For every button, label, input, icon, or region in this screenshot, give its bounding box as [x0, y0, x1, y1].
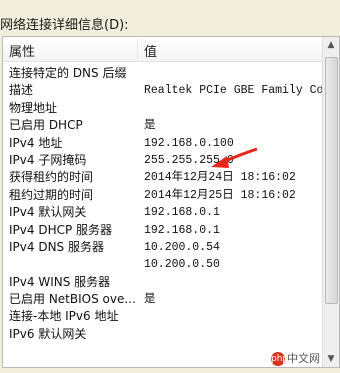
scroll-thumb[interactable] [325, 57, 338, 304]
row-value: 10.200.0.50 [144, 258, 220, 272]
header-separator [137, 39, 138, 59]
vertical-scrollbar[interactable]: ▲ ▼ [322, 37, 339, 367]
scroll-up-icon[interactable]: ▲ [323, 37, 339, 53]
row-property: 物理地址 [9, 100, 58, 115]
table-row[interactable]: IPv6 默认网关 [3, 326, 323, 343]
row-property: IPv6 默认网关 [9, 326, 87, 341]
table-row[interactable]: 已启用 DHCP 是 [3, 117, 323, 134]
header-property[interactable]: 属性 [9, 41, 35, 60]
row-property: 租约过期的时间 [9, 187, 94, 202]
scroll-down-icon[interactable]: ▼ [323, 351, 339, 367]
row-property: IPv4 WINS 服务器 [9, 274, 111, 289]
row-value: 192.168.0.1 [144, 206, 220, 220]
watermark: php中文网 [271, 350, 320, 366]
table-row[interactable]: 已启用 NetBIOS ove... 是 [3, 291, 323, 308]
dialog-title: 网络连接详细信息(D): [0, 18, 129, 33]
table-row[interactable]: 物理地址 [3, 100, 323, 117]
table-row[interactable]: 连接-本地 IPv6 地址 [3, 308, 323, 325]
row-property: IPv4 DNS 服务器 [9, 239, 104, 254]
red-arrow-annotation-icon [211, 147, 258, 168]
row-property: 已启用 DHCP [9, 118, 83, 133]
row-property: 描述 [9, 83, 34, 98]
php-logo-icon: php [271, 352, 289, 366]
row-property: 已启用 NetBIOS ove... [9, 292, 136, 307]
row-property: 获得租约的时间 [9, 170, 94, 185]
table-row[interactable]: 描述 Realtek PCIe GBE Family Controller [3, 82, 339, 99]
row-value: 是 [144, 119, 156, 133]
row-value: 192.168.0.1 [144, 223, 220, 237]
table-row[interactable]: IPv4 默认网关 192.168.0.1 [3, 204, 323, 221]
row-value: 是 [144, 293, 156, 307]
table-row[interactable]: 租约过期的时间 2014年12月25日 18:16:02 [3, 187, 323, 204]
table-row[interactable]: IPv4 DHCP 服务器 192.168.0.1 [3, 222, 323, 239]
row-property: IPv4 子网掩码 [9, 152, 87, 167]
list-header: 属性 值 [3, 37, 323, 62]
details-list[interactable]: 属性 值 连接特定的 DNS 后缀 描述 Realtek PCIe GBE Fami… [2, 36, 340, 368]
row-value: 10.200.0.54 [144, 240, 220, 254]
header-value[interactable]: 值 [144, 41, 157, 60]
row-value: 2014年12月25日 18:16:02 [144, 188, 296, 202]
table-row[interactable]: IPv4 子网掩码 255.255.255.0 [3, 152, 323, 169]
row-property: IPv4 DHCP 服务器 [9, 222, 113, 237]
row-property: IPv4 默认网关 [9, 205, 87, 220]
table-row[interactable]: IPv4 WINS 服务器 [3, 274, 323, 291]
table-row[interactable]: 10.200.0.50 [3, 256, 323, 273]
watermark-text: 中文网 [287, 352, 320, 365]
row-property: IPv4 地址 [9, 135, 63, 150]
list-rows: 连接特定的 DNS 后缀描述 Realtek PCIe GBE Family Co… [3, 65, 339, 343]
table-row[interactable]: 获得租约的时间 2014年12月24日 18:16:02 [3, 169, 323, 186]
table-row[interactable]: IPv4 地址 192.168.0.100 [3, 135, 323, 152]
table-row[interactable]: IPv4 DNS 服务器 10.200.0.54 [3, 239, 323, 256]
row-value: Realtek PCIe GBE Family Controller [144, 84, 339, 98]
row-property: 连接特定的 DNS 后缀 [9, 66, 127, 80]
table-row[interactable]: 连接特定的 DNS 后缀 [3, 65, 323, 82]
row-property: 连接-本地 IPv6 地址 [9, 309, 119, 324]
